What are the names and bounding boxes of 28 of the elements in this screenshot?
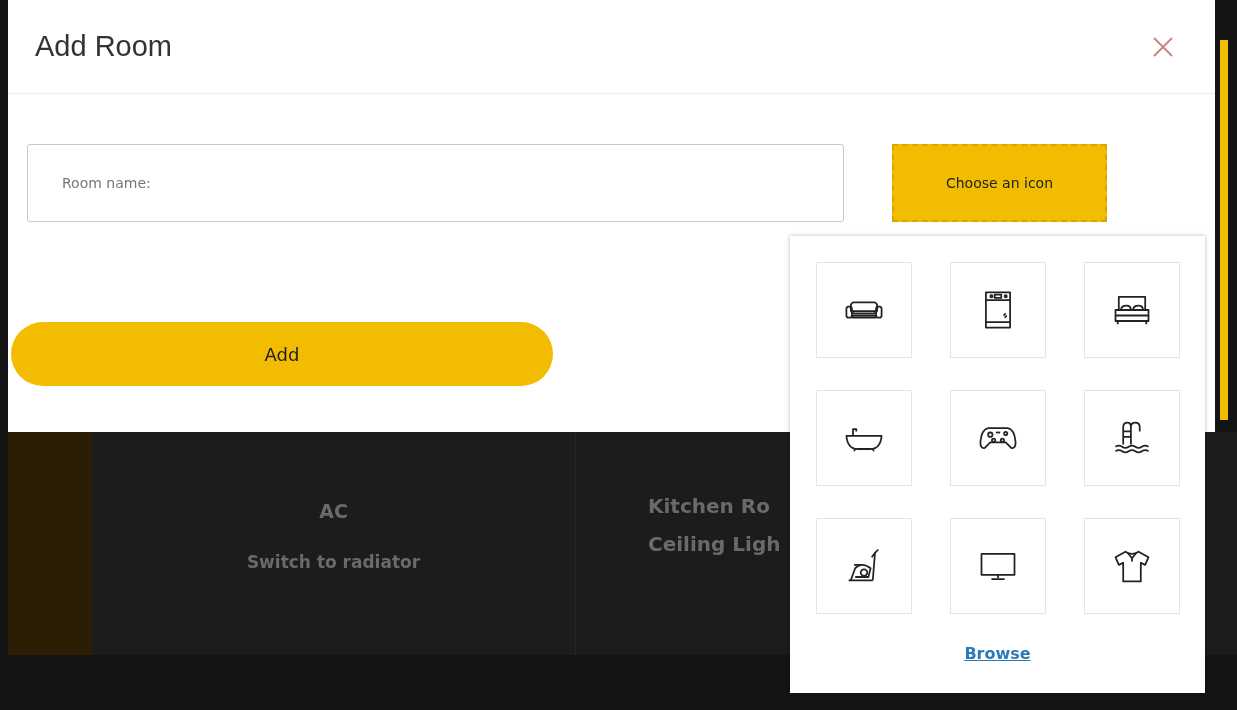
browse-link[interactable]: Browse xyxy=(964,644,1031,663)
sofa-tile[interactable] xyxy=(815,262,912,358)
bathtub-tile[interactable] xyxy=(815,390,912,486)
gamepad-icon xyxy=(979,427,1016,449)
oven-icon xyxy=(984,291,1011,329)
card-title: AC xyxy=(319,500,348,522)
sofa-icon xyxy=(845,301,882,319)
pool-tile[interactable] xyxy=(1083,390,1180,486)
tv-icon xyxy=(980,553,1015,581)
shirt-icon xyxy=(1114,550,1149,583)
exercise-bike-icon xyxy=(847,548,879,582)
bed-tile[interactable] xyxy=(1083,262,1180,358)
pool-ladder-icon xyxy=(1114,421,1149,454)
gamepad-tile[interactable] xyxy=(949,390,1046,486)
bathtub-icon xyxy=(845,428,882,453)
tv-tile[interactable] xyxy=(949,518,1046,614)
dialog-title: Add Room xyxy=(35,30,172,63)
oven-tile[interactable] xyxy=(949,262,1046,358)
card-subtitle: Switch to radiator xyxy=(246,552,421,572)
card-title: Kitchen Ro xyxy=(648,494,771,518)
card-subtitle: Ceiling Ligh xyxy=(648,532,781,556)
close-icon[interactable] xyxy=(1151,34,1175,59)
bike-tile[interactable] xyxy=(815,518,912,614)
shirt-tile[interactable] xyxy=(1083,518,1180,614)
choose-icon-button[interactable]: Choose an icon xyxy=(892,144,1107,222)
bed-icon xyxy=(1114,295,1149,326)
room-name-field[interactable]: Room name: xyxy=(27,144,844,222)
add-button[interactable]: Add xyxy=(11,322,553,386)
